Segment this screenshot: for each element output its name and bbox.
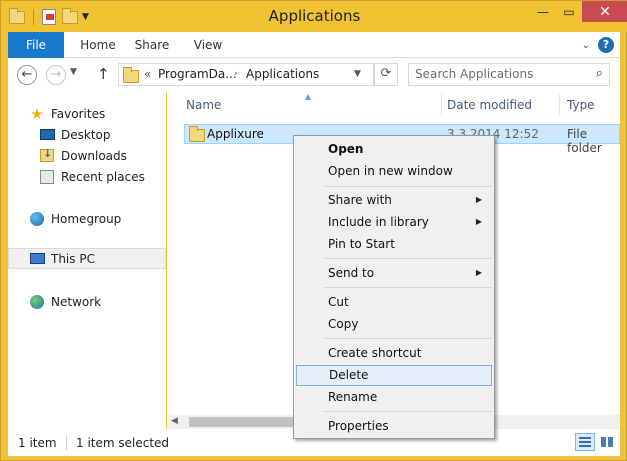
tab-share[interactable]: Share: [132, 32, 172, 58]
star-icon: ★: [30, 104, 44, 123]
ribbon-right-controls: ⌄ ?: [582, 37, 614, 53]
submenu-arrow-icon: ▶: [475, 217, 482, 226]
menu-separator: [324, 287, 492, 288]
menu-item-share-with[interactable]: Share with ▶: [296, 190, 492, 211]
address-bar[interactable]: « ProgramDa... › Applications ▼: [118, 63, 374, 86]
search-input[interactable]: [415, 67, 585, 81]
details-view-button[interactable]: [575, 433, 595, 451]
caption-buttons: — ▭ ✕: [530, 1, 627, 22]
menu-item-rename[interactable]: Rename: [296, 387, 492, 408]
selection-count: 1 item selected: [76, 436, 170, 450]
submenu-arrow-icon: ▶: [475, 268, 482, 277]
minimize-button[interactable]: —: [530, 1, 556, 22]
title-bar: ▼ Applications — ▭ ✕: [1, 1, 627, 32]
nav-label: Desktop: [61, 127, 111, 142]
menu-item-create-shortcut[interactable]: Create shortcut: [296, 343, 492, 364]
nav-label: Recent places: [61, 169, 145, 184]
menu-separator: [324, 338, 492, 339]
desktop-icon: [39, 129, 55, 140]
scrollbar-thumb[interactable]: [189, 417, 309, 427]
context-menu: Open Open in new window Share with ▶ Incl…: [293, 135, 495, 439]
downloads-icon: [40, 147, 54, 162]
submenu-arrow-icon: ▶: [475, 195, 482, 204]
computer-icon: [29, 253, 45, 264]
sort-ascending-icon: ▲: [305, 92, 312, 101]
explorer-window: ▼ Applications — ▭ ✕ File Home Share Vie…: [0, 0, 627, 461]
nav-label: Downloads: [61, 148, 127, 163]
breadcrumb-applications[interactable]: Applications: [246, 67, 319, 81]
menu-item-copy[interactable]: Copy: [296, 314, 492, 335]
tab-home[interactable]: Home: [76, 32, 120, 58]
nav-item-recent-places[interactable]: Recent places: [39, 166, 145, 187]
refresh-button[interactable]: ⟳: [374, 63, 398, 86]
column-divider[interactable]: [559, 94, 560, 116]
forward-button[interactable]: →: [46, 65, 66, 85]
network-icon: [30, 294, 44, 309]
nav-item-desktop[interactable]: Desktop: [39, 124, 111, 145]
nav-item-favorites[interactable]: ★ Favorites: [29, 103, 105, 124]
menu-item-include-in-library[interactable]: Include in library ▶: [296, 212, 492, 233]
menu-item-open-new-window[interactable]: Open in new window: [296, 161, 492, 182]
navigation-bar: ← → ▼ ↑ « ProgramDa... › Applications ▼ …: [8, 58, 620, 91]
menu-separator: [324, 258, 492, 259]
tab-file[interactable]: File: [8, 32, 64, 58]
nav-label: This PC: [51, 251, 95, 266]
breadcrumb-programdata[interactable]: ProgramDa...: [158, 67, 237, 81]
navigation-pane: ★ Favorites Desktop Downloads Recent pla…: [8, 91, 166, 429]
column-divider[interactable]: [441, 94, 442, 116]
menu-label: Send to: [328, 266, 375, 280]
menu-item-properties[interactable]: Properties: [296, 416, 492, 437]
tab-view[interactable]: View: [190, 32, 226, 58]
nav-label: Homegroup: [51, 211, 122, 226]
scroll-left-icon[interactable]: ◀: [171, 416, 178, 426]
menu-item-cut[interactable]: Cut: [296, 292, 492, 313]
search-icon[interactable]: ⌕: [596, 66, 603, 81]
folder-icon: [189, 126, 205, 142]
help-icon[interactable]: ?: [598, 37, 614, 53]
nav-item-this-pc[interactable]: This PC: [8, 248, 166, 269]
menu-separator: [324, 411, 492, 412]
back-button[interactable]: ←: [17, 65, 37, 85]
expand-ribbon-icon[interactable]: ⌄: [582, 40, 590, 51]
column-header-date[interactable]: Date modified: [447, 98, 532, 112]
nav-label: Favorites: [51, 106, 106, 121]
menu-item-open[interactable]: Open: [296, 139, 492, 160]
menu-label: Share with: [328, 193, 392, 207]
menu-separator: [324, 186, 492, 187]
menu-label: Include in library: [328, 215, 429, 229]
status-divider: [66, 436, 67, 450]
menu-item-delete[interactable]: Delete: [296, 365, 492, 386]
column-header-name[interactable]: Name: [186, 98, 221, 112]
recent-places-icon: [40, 169, 54, 184]
nav-label: Network: [51, 294, 102, 309]
recent-locations-icon[interactable]: ▼: [70, 67, 77, 77]
row-type: File folder: [567, 127, 602, 155]
folder-icon: [123, 67, 139, 83]
nav-item-downloads[interactable]: Downloads: [39, 145, 127, 166]
nav-item-network[interactable]: Network: [29, 291, 101, 312]
homegroup-icon: [30, 211, 44, 226]
menu-item-send-to[interactable]: Send to ▶: [296, 263, 492, 284]
details-view-icon: [579, 437, 591, 447]
close-button[interactable]: ✕: [582, 1, 627, 22]
menu-item-pin-to-start[interactable]: Pin to Start: [296, 234, 492, 255]
maximize-button[interactable]: ▭: [556, 1, 582, 22]
search-box[interactable]: ⌕: [408, 63, 610, 86]
large-icons-view-icon: [601, 437, 613, 447]
address-dropdown-icon[interactable]: ▼: [354, 69, 361, 79]
column-header-type[interactable]: Type: [567, 98, 595, 112]
row-name: Applixure: [207, 127, 264, 141]
breadcrumb-separator[interactable]: ›: [234, 69, 238, 79]
item-count: 1 item: [18, 436, 57, 450]
up-button[interactable]: ↑: [97, 65, 110, 83]
nav-item-homegroup[interactable]: Homegroup: [29, 208, 121, 229]
large-icons-view-button[interactable]: [597, 433, 617, 451]
breadcrumb-overflow[interactable]: «: [144, 67, 151, 81]
ribbon-tabs: File Home Share View ⌄ ?: [8, 32, 620, 58]
